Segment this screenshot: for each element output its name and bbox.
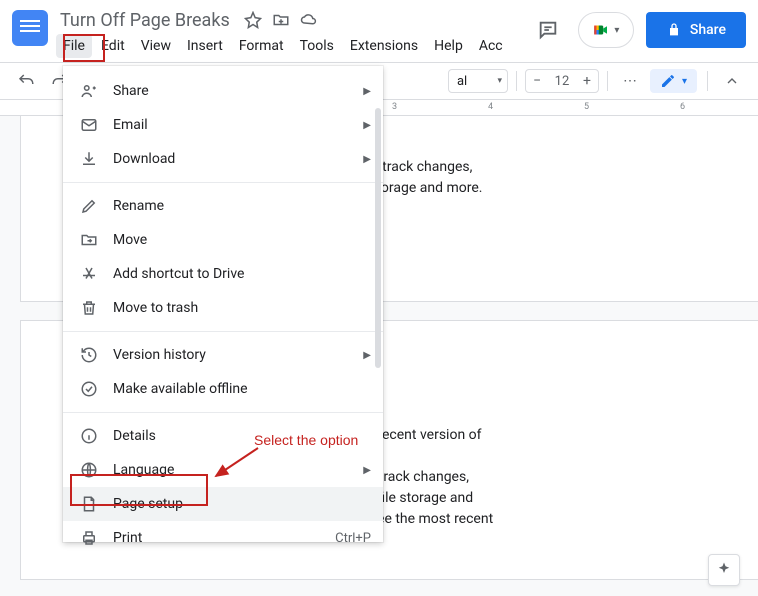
menu-item-language[interactable]: Language ▶: [63, 453, 383, 487]
trash-icon: [79, 298, 99, 318]
collapse-button[interactable]: [718, 67, 746, 95]
separator: [707, 71, 708, 91]
menu-item-label: Add shortcut to Drive: [113, 266, 371, 282]
editing-mode-button[interactable]: ▾: [650, 69, 697, 93]
font-size-value[interactable]: 12: [548, 74, 576, 89]
menu-item-page-setup[interactable]: Page setup: [63, 487, 383, 521]
menu-item-label: Download: [113, 151, 349, 167]
chevron-down-icon: ▾: [614, 25, 619, 36]
drive-shortcut-icon: [79, 264, 99, 284]
page-icon: [79, 494, 99, 514]
menu-item-label: Version history: [113, 347, 349, 363]
document-title[interactable]: Turn Off Page Breaks: [56, 10, 234, 31]
cloud-status-icon[interactable]: [300, 11, 318, 29]
separator: [63, 182, 383, 183]
menu-edit[interactable]: Edit: [94, 34, 132, 58]
menu-item-label: Rename: [113, 198, 371, 214]
menu-item-print[interactable]: Print Ctrl+P: [63, 521, 383, 555]
menu-item-make-available-offline[interactable]: Make available offline: [63, 372, 383, 406]
globe-icon: [79, 460, 99, 480]
pencil-icon: [79, 196, 99, 216]
font-size-decrease[interactable]: −: [526, 73, 548, 89]
comments-icon[interactable]: [530, 12, 566, 48]
offline-icon: [79, 379, 99, 399]
menu-item-share[interactable]: Share ▶: [63, 74, 383, 108]
move-folder-icon: [79, 230, 99, 250]
menu-item-version-history[interactable]: Version history ▶: [63, 338, 383, 372]
annotation-label: Select the option: [254, 432, 358, 448]
separator: [63, 331, 383, 332]
menu-item-add-shortcut-to-drive[interactable]: Add shortcut to Drive: [63, 257, 383, 291]
share-button[interactable]: Share: [646, 12, 746, 48]
menu-item-download[interactable]: Download ▶: [63, 142, 383, 176]
separator: [63, 412, 383, 413]
chevron-down-icon: ▾: [682, 76, 687, 87]
menu-item-label: Move: [113, 232, 371, 248]
title-area: Turn Off Page Breaks File Edit View Inse…: [56, 8, 522, 58]
meet-button[interactable]: ▾: [578, 12, 634, 48]
font-size-increase[interactable]: +: [576, 73, 598, 89]
ruler-mark: 6: [680, 102, 685, 112]
undo-button[interactable]: [12, 67, 40, 95]
menu-view[interactable]: View: [134, 34, 178, 58]
print-icon: [79, 528, 99, 548]
history-icon: [79, 345, 99, 365]
title-row: Turn Off Page Breaks: [56, 8, 522, 32]
menu-item-rename[interactable]: Rename: [63, 189, 383, 223]
header: Turn Off Page Breaks File Edit View Inse…: [0, 0, 758, 58]
font-select[interactable]: al: [448, 69, 508, 93]
menu-item-label: Email: [113, 117, 349, 133]
ruler-mark: 5: [584, 102, 589, 112]
font-size-control: − 12 +: [525, 69, 599, 93]
submenu-arrow-icon: ▶: [363, 120, 371, 131]
menu-item-label: Share: [113, 83, 349, 99]
menu-item-label: Language: [113, 462, 349, 478]
menu-insert[interactable]: Insert: [180, 34, 230, 58]
docs-logo-icon[interactable]: [12, 10, 48, 46]
meet-icon: [592, 21, 610, 39]
explore-button[interactable]: [708, 554, 740, 586]
submenu-arrow-icon: ▶: [363, 350, 371, 361]
submenu-arrow-icon: ▶: [363, 154, 371, 165]
submenu-arrow-icon: ▶: [363, 86, 371, 97]
menu-format[interactable]: Format: [232, 34, 291, 58]
menu-item-label: Make available offline: [113, 381, 371, 397]
menu-tools[interactable]: Tools: [293, 34, 341, 58]
menu-item-move[interactable]: Move: [63, 223, 383, 257]
mail-icon: [79, 115, 99, 135]
info-icon: [79, 426, 99, 446]
header-right: ▾ Share: [530, 8, 746, 48]
ruler-mark: 4: [488, 102, 493, 112]
separator: [516, 71, 517, 91]
submenu-arrow-icon: ▶: [363, 465, 371, 476]
share-label: Share: [690, 22, 726, 38]
file-menu-dropdown: Share ▶ Email ▶ Download ▶ Rename Move Add short…: [63, 66, 383, 542]
menu-help[interactable]: Help: [427, 34, 470, 58]
menu-item-label: Page setup: [113, 496, 371, 512]
download-icon: [79, 149, 99, 169]
pencil-icon: [660, 73, 676, 89]
shortcut-label: Ctrl+P: [335, 531, 371, 546]
menu-item-label: Move to trash: [113, 300, 371, 316]
menubar: File Edit View Insert Format Tools Exten…: [56, 34, 522, 58]
lock-icon: [666, 22, 682, 38]
menu-extensions[interactable]: Extensions: [343, 34, 425, 58]
move-icon[interactable]: [272, 11, 290, 29]
more-button[interactable]: ⋯: [616, 67, 644, 95]
menu-item-move-to-trash[interactable]: Move to trash: [63, 291, 383, 325]
menu-file[interactable]: File: [56, 34, 92, 58]
separator: [607, 71, 608, 91]
ruler-mark: 3: [392, 102, 397, 112]
person-plus-icon: [79, 81, 99, 101]
menu-accessibility[interactable]: Acc: [472, 34, 510, 58]
menu-item-label: Print: [113, 530, 321, 546]
star-icon[interactable]: [244, 11, 262, 29]
menu-item-email[interactable]: Email ▶: [63, 108, 383, 142]
